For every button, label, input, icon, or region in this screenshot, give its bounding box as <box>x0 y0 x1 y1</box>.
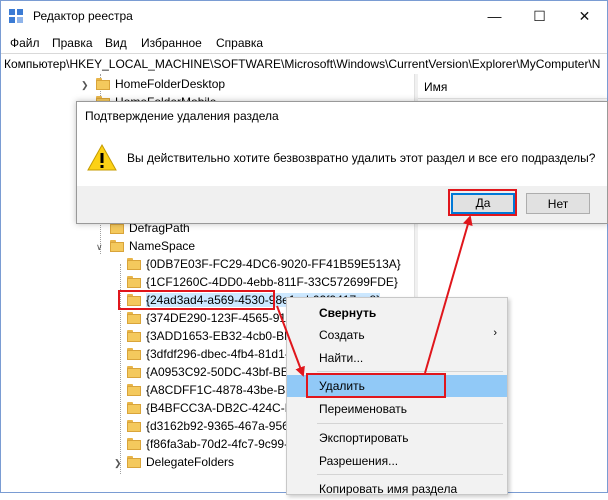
annotation-arrows <box>276 215 473 377</box>
arrow-to-yes <box>424 215 473 374</box>
arrow-to-delete <box>276 305 305 377</box>
